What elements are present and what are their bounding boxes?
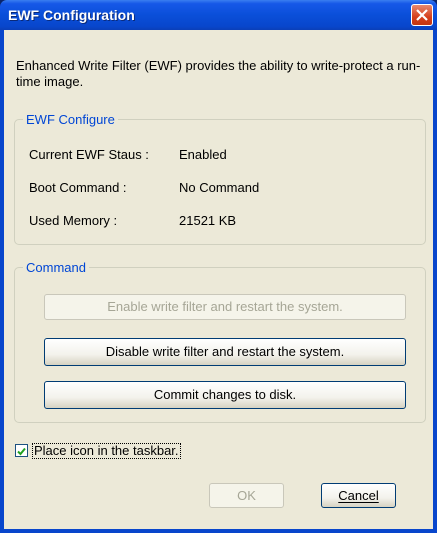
status-label: Current EWF Staus : [29, 147, 149, 162]
title-bar[interactable]: EWF Configuration [0, 0, 437, 30]
command-title: Command [23, 260, 89, 275]
status-value: Enabled [179, 147, 227, 162]
boot-command-label: Boot Command : [29, 180, 127, 195]
cancel-button[interactable]: Cancel [321, 483, 396, 508]
window-border-bottom [0, 529, 437, 533]
cancel-button-label: Cancel [338, 488, 379, 503]
boot-command-row: Boot Command : No Command [29, 180, 259, 195]
checkmark-icon [17, 447, 26, 456]
ok-button[interactable]: OK [209, 483, 284, 508]
taskbar-checkbox-label: Place icon in the taskbar. [32, 443, 181, 459]
checkbox-box[interactable] [15, 444, 28, 457]
dialog-window: EWF Configuration Enhanced Write Filter … [0, 0, 437, 533]
disable-write-filter-button[interactable]: Disable write filter and restart the sys… [44, 338, 406, 366]
description-text: Enhanced Write Filter (EWF) provides the… [16, 58, 421, 89]
window-border-right [433, 30, 437, 533]
window-title: EWF Configuration [8, 7, 135, 23]
used-memory-value: 21521 KB [179, 213, 237, 228]
enable-write-filter-button[interactable]: Enable write filter and restart the syst… [44, 294, 406, 320]
close-button[interactable] [411, 4, 433, 26]
used-memory-row: Used Memory : 21521 KB [29, 213, 236, 228]
dialog-body: Enhanced Write Filter (EWF) provides the… [4, 30, 433, 529]
status-row: Current EWF Staus : Enabled [29, 147, 227, 162]
ewf-configure-title: EWF Configure [23, 112, 118, 127]
commit-changes-button[interactable]: Commit changes to disk. [44, 381, 406, 409]
ewf-configure-group: EWF Configure Current EWF Staus : Enable… [14, 112, 426, 245]
boot-command-value: No Command [179, 180, 260, 195]
close-icon [416, 9, 428, 21]
used-memory-label: Used Memory : [29, 213, 118, 228]
